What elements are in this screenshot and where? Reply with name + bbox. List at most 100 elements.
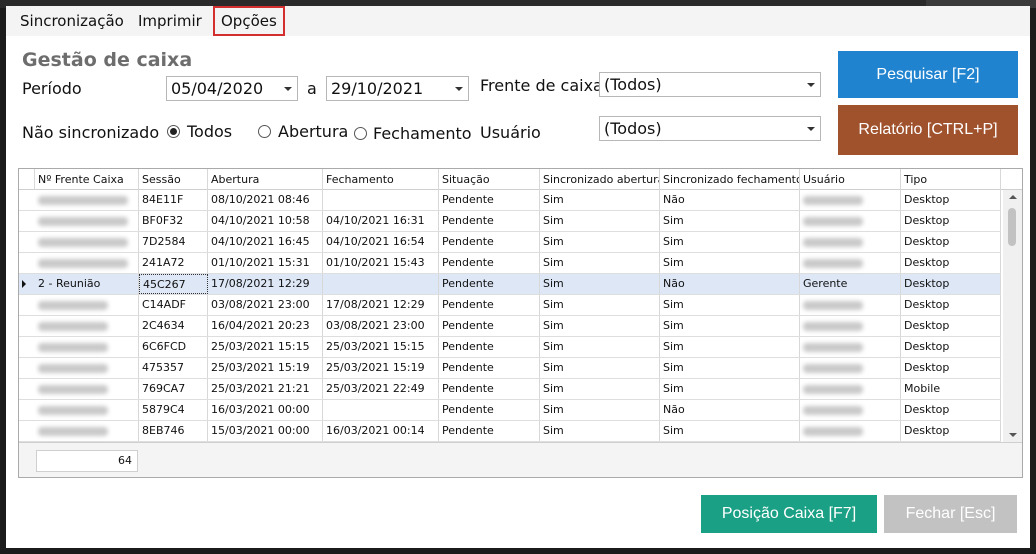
cell-situacao[interactable]: Pendente — [439, 337, 540, 357]
column-header-fechamento[interactable]: Fechamento — [323, 169, 439, 190]
cell-sinc-abertura[interactable]: Sim — [540, 400, 660, 420]
cell-sinc-abertura[interactable]: Sim — [540, 211, 660, 231]
cell-tipo[interactable]: Desktop — [901, 232, 1001, 252]
cell-sinc-abertura[interactable]: Sim — [540, 379, 660, 399]
cell-sinc-abertura[interactable]: Sim — [540, 421, 660, 441]
cell-frente[interactable]: 2 - Reunião — [35, 274, 139, 294]
cell-sinc-abertura[interactable]: Sim — [540, 274, 660, 294]
cell-abertura[interactable]: 16/04/2021 20:23 — [208, 316, 323, 336]
cell-frente[interactable] — [35, 400, 139, 420]
cell-sinc-abertura[interactable]: Sim — [540, 232, 660, 252]
cell-tipo[interactable]: Mobile — [901, 379, 1001, 399]
cell-sessao[interactable]: BF0F32 — [139, 211, 208, 231]
radio-abertura[interactable] — [258, 125, 271, 138]
cell-tipo[interactable]: Desktop — [901, 337, 1001, 357]
cell-abertura[interactable]: 04/10/2021 16:45 — [208, 232, 323, 252]
table-row[interactable]: 2 - Reunião 45C267 17/08/2021 12:29 Pendent… — [19, 274, 1001, 295]
table-row[interactable]: 7D2584 04/10/2021 16:45 04/10/2021 16:54 Pe… — [19, 232, 1001, 253]
cell-abertura[interactable]: 03/08/2021 23:00 — [208, 295, 323, 315]
cell-situacao[interactable]: Pendente — [439, 253, 540, 273]
table-row[interactable]: 241A72 01/10/2021 15:31 01/10/2021 15:43 Pe… — [19, 253, 1001, 274]
cell-sinc-fechamento[interactable]: Não — [660, 400, 800, 420]
frente-caixa-select[interactable]: (Todos) — [599, 72, 821, 97]
cell-sinc-fechamento[interactable]: Sim — [660, 337, 800, 357]
cell-sinc-fechamento[interactable]: Sim — [660, 358, 800, 378]
cell-usuario[interactable] — [800, 421, 901, 441]
cell-abertura[interactable]: 25/03/2021 21:21 — [208, 379, 323, 399]
scroll-up-icon[interactable] — [1009, 195, 1017, 199]
cell-fechamento[interactable]: 04/10/2021 16:54 — [323, 232, 439, 252]
cell-sessao[interactable]: 5879C4 — [139, 400, 208, 420]
cell-usuario[interactable] — [800, 379, 901, 399]
cell-sessao[interactable]: 769CA7 — [139, 379, 208, 399]
relatorio-button[interactable]: Relatório [CTRL+P] — [838, 105, 1018, 155]
cell-sinc-abertura[interactable]: Sim — [540, 316, 660, 336]
cell-tipo[interactable]: Desktop — [901, 190, 1001, 210]
cell-fechamento[interactable]: 03/08/2021 23:00 — [323, 316, 439, 336]
cell-fechamento[interactable] — [323, 274, 439, 294]
cell-sessao[interactable]: 84E11F — [139, 190, 208, 210]
cell-situacao[interactable]: Pendente — [439, 295, 540, 315]
cell-tipo[interactable]: Desktop — [901, 358, 1001, 378]
cell-sinc-fechamento[interactable]: Sim — [660, 295, 800, 315]
cell-usuario[interactable] — [800, 211, 901, 231]
usuario-select[interactable]: (Todos) — [599, 116, 821, 141]
cell-sinc-abertura[interactable]: Sim — [540, 337, 660, 357]
cell-situacao[interactable]: Pendente — [439, 316, 540, 336]
cell-sessao[interactable]: C14ADF — [139, 295, 208, 315]
cell-frente[interactable] — [35, 379, 139, 399]
cell-sinc-fechamento[interactable]: Sim — [660, 211, 800, 231]
cell-fechamento[interactable]: 25/03/2021 22:49 — [323, 379, 439, 399]
cell-fechamento[interactable]: 16/03/2021 00:14 — [323, 421, 439, 441]
cell-abertura[interactable]: 25/03/2021 15:19 — [208, 358, 323, 378]
cell-sinc-fechamento[interactable]: Sim — [660, 421, 800, 441]
table-row[interactable]: C14ADF 03/08/2021 23:00 17/08/2021 12:29 Pe… — [19, 295, 1001, 316]
cell-sinc-fechamento[interactable]: Sim — [660, 253, 800, 273]
cell-sinc-abertura[interactable]: Sim — [540, 190, 660, 210]
cell-frente[interactable] — [35, 232, 139, 252]
cell-usuario[interactable] — [800, 232, 901, 252]
cell-sessao[interactable]: 6C6FCD — [139, 337, 208, 357]
cell-fechamento[interactable]: 01/10/2021 15:43 — [323, 253, 439, 273]
table-row[interactable]: 2C4634 16/04/2021 20:23 03/08/2021 23:00 Pe… — [19, 316, 1001, 337]
cell-fechamento[interactable]: 17/08/2021 12:29 — [323, 295, 439, 315]
cell-tipo[interactable]: Desktop — [901, 253, 1001, 273]
cell-usuario[interactable] — [800, 358, 901, 378]
cell-sessao[interactable]: 7D2584 — [139, 232, 208, 252]
cell-situacao[interactable]: Pendente — [439, 232, 540, 252]
table-row[interactable]: 475357 25/03/2021 15:19 25/03/2021 15:19 Pe… — [19, 358, 1001, 379]
cell-sessao[interactable]: 2C4634 — [139, 316, 208, 336]
scroll-down-icon[interactable] — [1009, 433, 1017, 437]
cell-usuario[interactable] — [800, 253, 901, 273]
cell-frente[interactable] — [35, 337, 139, 357]
cell-tipo[interactable]: Desktop — [901, 211, 1001, 231]
cell-tipo[interactable]: Desktop — [901, 274, 1001, 294]
cell-sinc-fechamento[interactable]: Não — [660, 274, 800, 294]
cell-sinc-abertura[interactable]: Sim — [540, 253, 660, 273]
cell-sinc-abertura[interactable]: Sim — [540, 358, 660, 378]
table-row[interactable]: 8EB746 15/03/2021 00:00 16/03/2021 00:14 Pe… — [19, 421, 1001, 442]
cell-frente[interactable] — [35, 253, 139, 273]
cell-fechamento[interactable] — [323, 400, 439, 420]
column-header-frente[interactable]: Nº Frente Caixa — [35, 169, 139, 190]
table-row[interactable]: 769CA7 25/03/2021 21:21 25/03/2021 22:49 Pe… — [19, 379, 1001, 400]
radio-fechamento[interactable] — [354, 127, 367, 140]
cell-situacao[interactable]: Pendente — [439, 358, 540, 378]
cell-situacao[interactable]: Pendente — [439, 190, 540, 210]
cell-sinc-fechamento[interactable]: Sim — [660, 316, 800, 336]
column-header-sessao[interactable]: Sessão — [139, 169, 208, 190]
column-header-sinc-fechamento[interactable]: Sincronizado fechamento — [660, 169, 800, 190]
cell-usuario[interactable] — [800, 400, 901, 420]
cell-fechamento[interactable]: 25/03/2021 15:19 — [323, 358, 439, 378]
cell-sessao[interactable]: 241A72 — [139, 253, 208, 273]
date-from-picker[interactable]: 05/04/2020 — [166, 76, 298, 101]
cell-situacao[interactable]: Pendente — [439, 274, 540, 294]
pesquisar-button[interactable]: Pesquisar [F2] — [838, 51, 1018, 98]
cell-situacao[interactable]: Pendente — [439, 421, 540, 441]
table-row[interactable]: BF0F32 04/10/2021 10:58 04/10/2021 16:31 Pe… — [19, 211, 1001, 232]
cell-usuario[interactable]: Gerente — [800, 274, 901, 294]
column-header-abertura[interactable]: Abertura — [208, 169, 323, 190]
cell-frente[interactable] — [35, 421, 139, 441]
menu-sincronizacao[interactable]: Sincronização — [20, 6, 124, 36]
cell-abertura[interactable]: 01/10/2021 15:31 — [208, 253, 323, 273]
